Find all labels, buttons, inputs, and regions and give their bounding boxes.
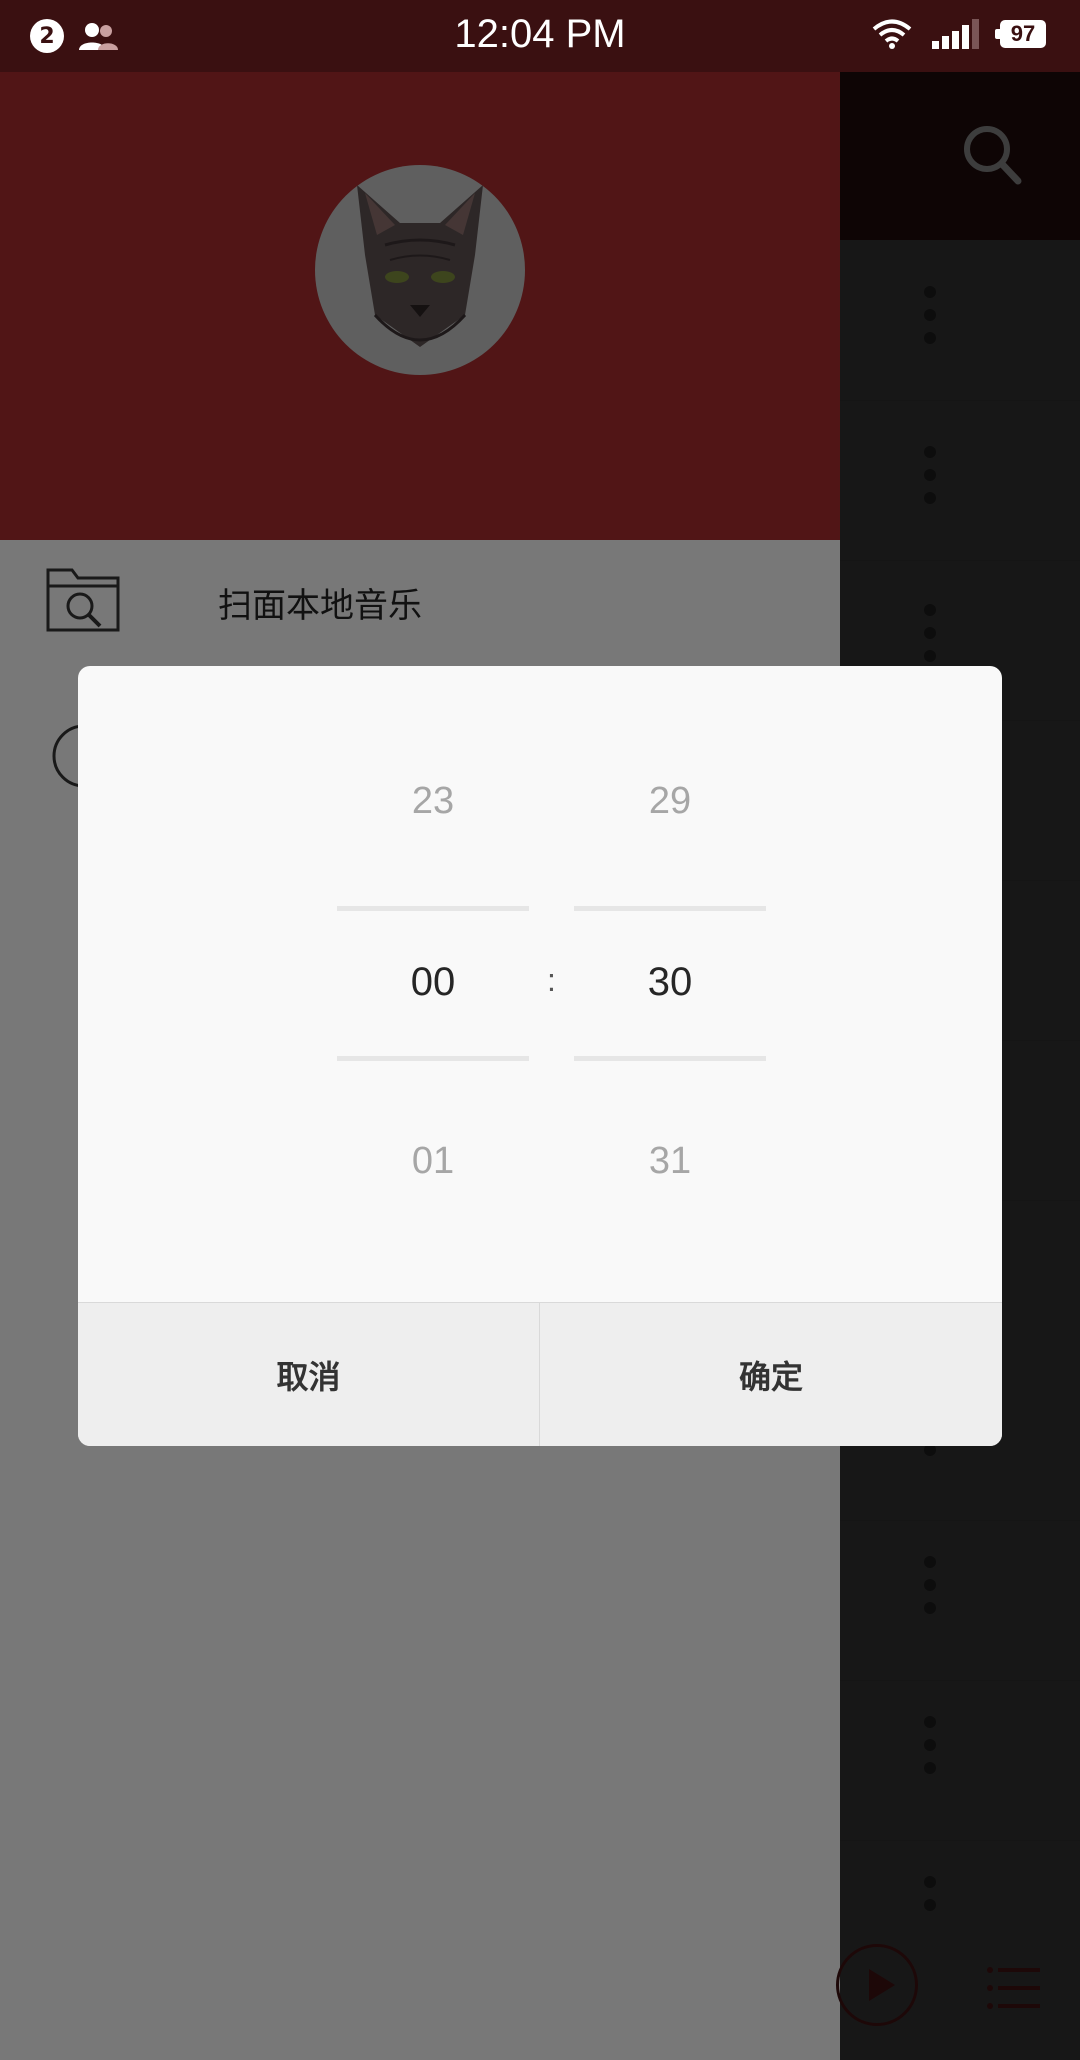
hour-wheel[interactable]: 23 00 01 [337, 666, 529, 1302]
signal-icon [932, 19, 979, 49]
battery-icon: 97 [995, 20, 1046, 48]
selection-line-bottom [574, 1056, 766, 1061]
hour-prev[interactable]: 23 [337, 780, 529, 823]
time-separator: : [547, 962, 556, 998]
selection-line-top [337, 906, 529, 911]
time-picker: 23 00 01 : 29 30 31 [78, 666, 1002, 1302]
time-picker-dialog: 23 00 01 : 29 30 31 取消 确定 [78, 666, 1002, 1446]
minute-wheel[interactable]: 29 30 31 [574, 666, 766, 1302]
dialog-actions: 取消 确定 [78, 1302, 1002, 1446]
minute-selected[interactable]: 30 [574, 960, 766, 1005]
minute-next[interactable]: 31 [574, 1140, 766, 1183]
hour-selected[interactable]: 00 [337, 960, 529, 1005]
confirm-button[interactable]: 确定 [540, 1303, 1002, 1446]
cancel-button[interactable]: 取消 [78, 1303, 540, 1446]
selection-line-bottom [337, 1056, 529, 1061]
hour-next[interactable]: 01 [337, 1140, 529, 1183]
minute-prev[interactable]: 29 [574, 780, 766, 823]
wifi-icon [872, 19, 912, 49]
status-bar: 2 12:04 PM 97 [0, 0, 1080, 72]
selection-line-top [574, 906, 766, 911]
